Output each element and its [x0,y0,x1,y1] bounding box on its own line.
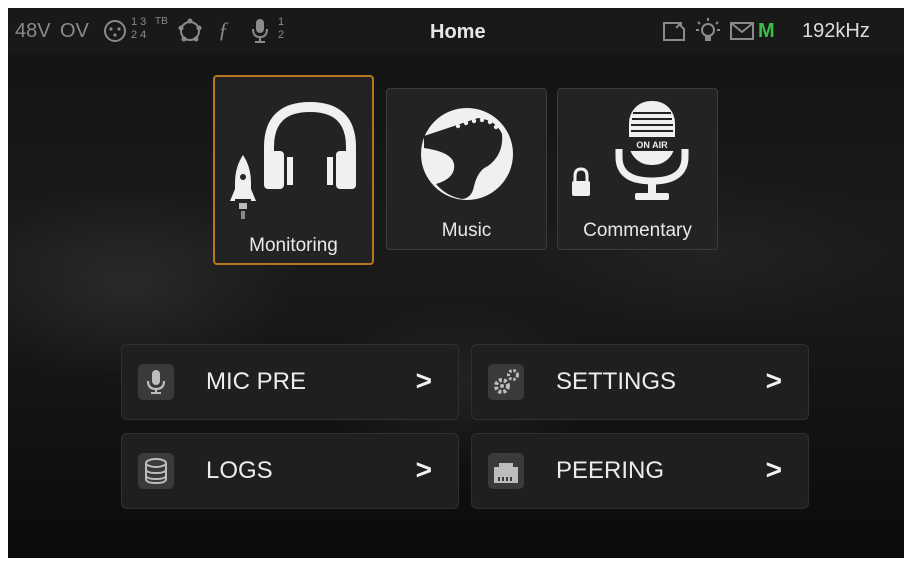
channel-indicator: 1 3 2 4 [131,16,147,41]
status-bar: 48V OV 1 3 2 4 TB ƒ 1 2 Home M 192kHz [8,8,904,55]
peering-button[interactable]: PEERING > [471,433,809,509]
function-icon: ƒ [218,17,229,42]
talkback-indicator: TB [155,16,168,27]
tile-label: Music [441,220,492,241]
mic-pre-button[interactable]: MIC PRE > [121,344,459,420]
tile-commentary[interactable]: ON AIR Commentary [557,88,718,250]
on-air-label: ON AIR [636,140,668,150]
network-port-icon [494,463,518,483]
tile-music[interactable]: Music [386,88,547,250]
device-screen: 48V OV 1 3 2 4 TB ƒ 1 2 Home M 192kHz Mo… [8,8,904,558]
icon-box [488,453,524,489]
lightbulb-icon [696,18,720,41]
button-label: SETTINGS [556,368,677,395]
button-label: LOGS [206,457,273,484]
database-icon [145,458,167,485]
overload-indicator: OV [60,20,89,42]
chevron-right-icon: > [765,454,782,485]
tile-monitoring[interactable]: Monitoring [213,75,374,265]
mic-channel-indicator: 1 2 [278,16,285,41]
settings-button[interactable]: SETTINGS > [471,344,809,420]
page-title: Home [430,21,486,43]
icon-box [138,453,174,489]
mail-icon [730,22,754,40]
sd-card-icon [663,22,685,41]
logs-button[interactable]: LOGS > [121,433,459,509]
on-air-microphone-icon: ON AIR [615,101,689,200]
chevron-right-icon: > [415,365,432,396]
network-icon [178,18,202,42]
gears-icon [494,369,519,394]
chevron-right-icon: > [415,454,432,485]
microphone-icon [252,19,268,43]
tile-label: Monitoring [249,235,338,256]
button-label: MIC PRE [206,368,307,395]
tile-label: Commentary [583,220,692,241]
icon-box [138,364,174,400]
master-indicator: M [758,20,775,42]
headphones-icon [264,101,356,189]
phantom-power-indicator: 48V [15,20,51,42]
microphone-icon [146,370,166,394]
connector-icon [104,20,126,42]
chevron-right-icon: > [765,365,782,396]
rocket-icon [230,155,256,219]
sample-rate-label: 192kHz [802,20,870,42]
lock-icon [572,167,590,196]
button-label: PEERING [556,457,665,484]
guitar-icon [421,108,513,200]
icon-box [488,364,524,400]
